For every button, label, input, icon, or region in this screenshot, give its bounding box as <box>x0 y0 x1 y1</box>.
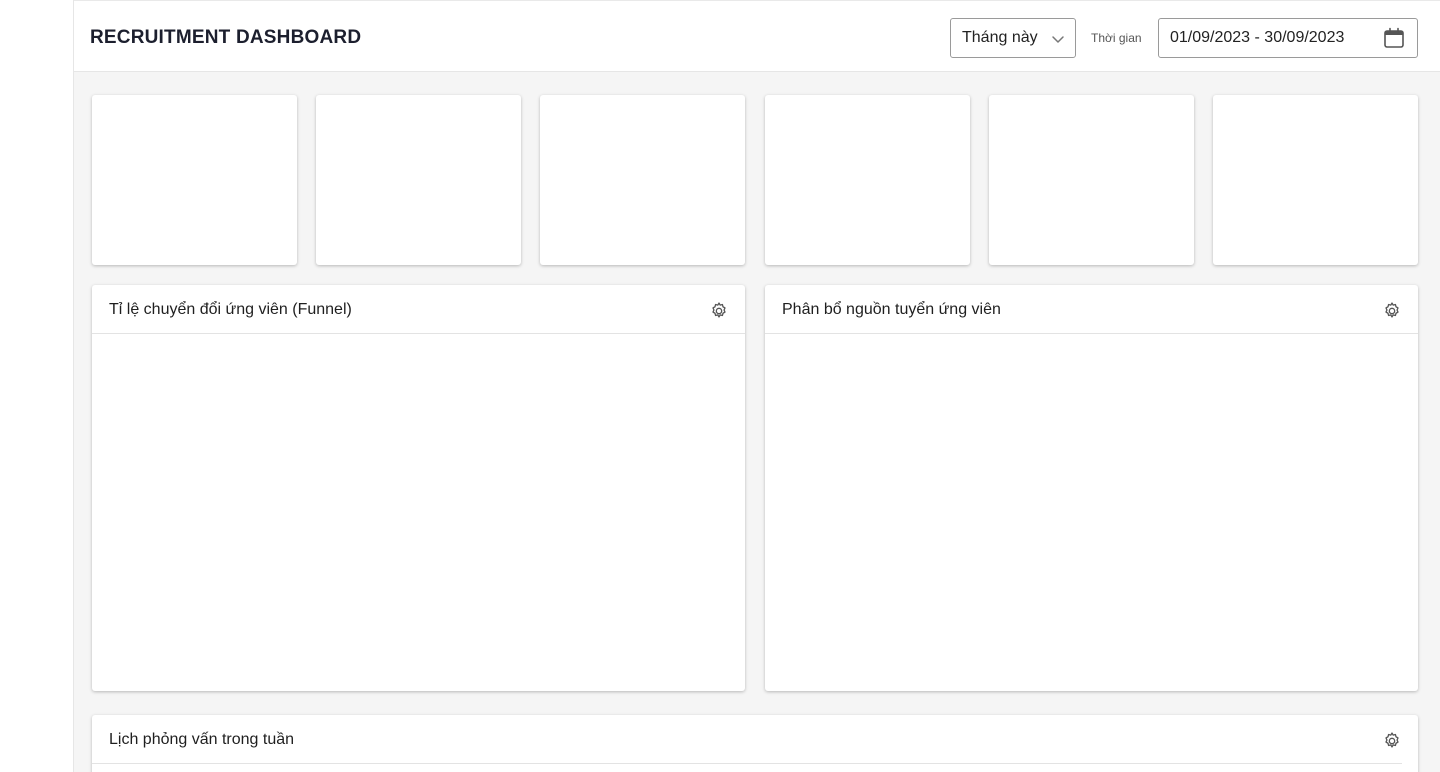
period-select-value: Tháng này <box>962 29 1038 46</box>
interviews-panel-title: Lịch phỏng vấn trong tuần <box>109 731 295 748</box>
kpi-card-2 <box>316 95 521 265</box>
gear-icon[interactable] <box>1382 731 1402 751</box>
page-title: RECRUITMENT DASHBOARD <box>90 27 362 48</box>
kpi-card-1 <box>92 95 297 265</box>
kpi-card-3 <box>540 95 745 265</box>
date-range-input[interactable]: 01/09/2023 - 30/09/2023 <box>1158 18 1418 58</box>
kpi-card-6 <box>1213 95 1418 265</box>
interviews-panel: Lịch phỏng vấn trong tuần <box>92 715 1418 772</box>
gear-icon[interactable] <box>709 301 729 321</box>
kpi-card-5 <box>989 95 1194 265</box>
funnel-panel-title: Tỉ lệ chuyển đổi ứng viên (Funnel) <box>109 301 352 318</box>
funnel-panel-header: Tỉ lệ chuyển đổi ứng viên (Funnel) <box>92 285 745 334</box>
interviews-panel-header: Lịch phỏng vấn trong tuần <box>92 715 1402 764</box>
chevron-down-icon <box>1052 36 1064 43</box>
top-bar: RECRUITMENT DASHBOARD Tháng này Thời gia… <box>74 0 1440 72</box>
sources-panel: Phân bổ nguồn tuyển ứng viên <box>765 285 1418 691</box>
sources-panel-header: Phân bổ nguồn tuyển ứng viên <box>765 285 1418 334</box>
time-label: Thời gian <box>1091 31 1142 45</box>
app-root: RECRUITMENT DASHBOARD Tháng này Thời gia… <box>0 0 1440 772</box>
main-content: RECRUITMENT DASHBOARD Tháng này Thời gia… <box>74 0 1440 772</box>
calendar-icon[interactable] <box>1383 27 1405 49</box>
period-select[interactable]: Tháng này <box>950 18 1076 58</box>
sources-panel-title: Phân bổ nguồn tuyển ứng viên <box>782 301 1001 318</box>
sidebar <box>0 0 74 772</box>
funnel-panel: Tỉ lệ chuyển đổi ứng viên (Funnel) <box>92 285 745 691</box>
date-range-value: 01/09/2023 - 30/09/2023 <box>1170 29 1345 46</box>
kpi-card-4 <box>765 95 970 265</box>
gear-icon[interactable] <box>1382 301 1402 321</box>
